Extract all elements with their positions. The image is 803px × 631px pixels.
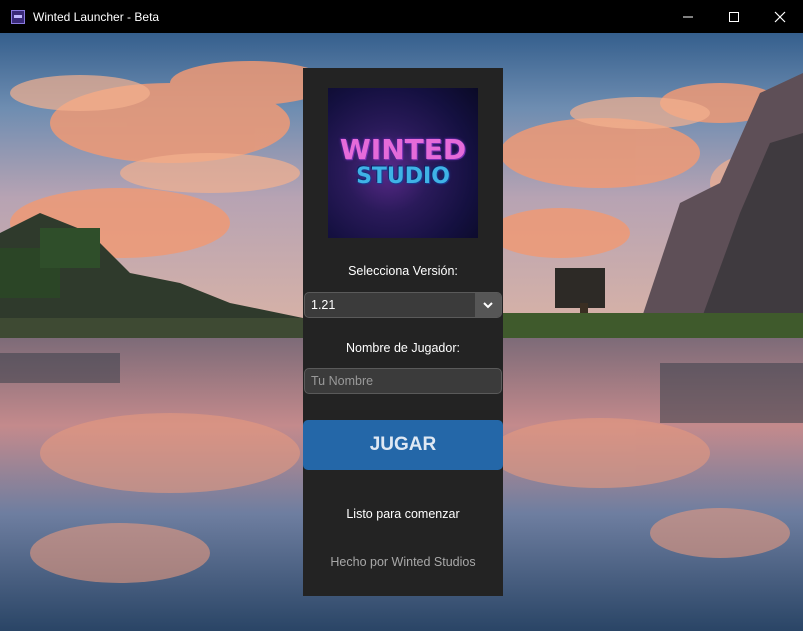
version-selected-value: 1.21 <box>311 298 336 312</box>
maximize-icon <box>729 11 739 22</box>
close-icon <box>774 11 786 22</box>
player-name-label: Nombre de Jugador: <box>346 341 460 355</box>
minimize-icon <box>683 16 693 17</box>
version-label: Selecciona Versión: <box>348 264 458 278</box>
version-dropdown-toggle[interactable] <box>475 293 501 317</box>
title-bar[interactable]: Winted Launcher - Beta <box>0 0 803 33</box>
logo-text-line2: STUDIO <box>356 164 450 189</box>
chevron-down-icon <box>483 302 493 309</box>
status-text: Listo para comenzar <box>346 507 460 521</box>
launcher-icon <box>11 9 25 24</box>
logo-text-line1: WINTED <box>339 133 467 166</box>
launcher-panel: WINTED STUDIO Selecciona Versión: 1.21 N… <box>303 68 503 596</box>
window-title: Winted Launcher - Beta <box>33 9 160 24</box>
window-controls <box>665 0 803 33</box>
minimize-button[interactable] <box>665 0 711 33</box>
footer-credit: Hecho por Winted Studios <box>330 555 476 569</box>
maximize-button[interactable] <box>711 0 757 33</box>
close-button[interactable] <box>757 0 803 33</box>
player-name-input[interactable] <box>304 368 502 394</box>
launcher-window: Winted Launcher - Beta WINTED STUDIO Sel… <box>0 0 803 631</box>
play-button[interactable]: JUGAR <box>303 420 503 470</box>
studio-logo: WINTED STUDIO <box>328 88 478 238</box>
version-select[interactable]: 1.21 <box>304 292 502 318</box>
